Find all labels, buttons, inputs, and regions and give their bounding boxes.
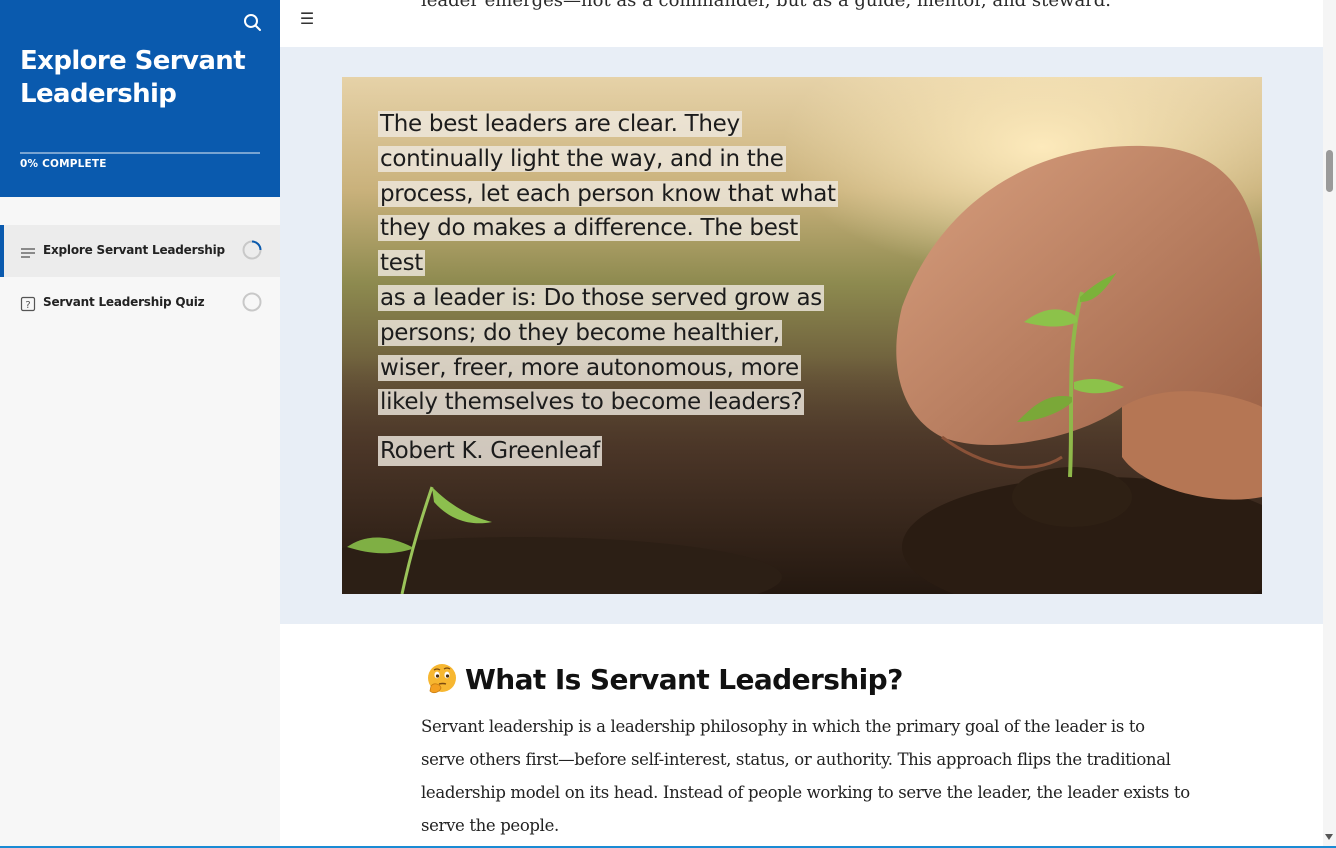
- lesson-item-servant-leadership-quiz[interactable]: ? Servant Leadership Quiz: [0, 277, 280, 329]
- thinking-face-icon: [428, 664, 456, 694]
- quote-line: as a leader is: Do those served grow as: [378, 284, 824, 311]
- question-box-icon: ?: [20, 296, 36, 312]
- hamburger-menu-icon: ☰: [299, 9, 315, 28]
- top-text-strip: leader emerges—not as a commander, but a…: [280, 0, 1323, 47]
- quote-line: likely themselves to become leaders?: [378, 389, 805, 416]
- quote-line: wiser, freer, more autonomous, more: [378, 354, 801, 381]
- scrollbar-thumb[interactable]: [1326, 150, 1333, 192]
- in-progress-status-icon: [242, 240, 262, 260]
- quote-image-section: The best leaders are clear. They continu…: [280, 47, 1323, 624]
- quote-line: process, let each person know that what: [378, 180, 838, 207]
- quote-text: The best leaders are clear. They continu…: [378, 107, 848, 420]
- section-heading: What Is Servant Leadership?: [425, 662, 903, 696]
- lines-icon: [21, 248, 35, 258]
- quote-author: Robert K. Greenleaf: [378, 436, 602, 466]
- section-title: What Is Servant Leadership?: [465, 662, 903, 696]
- svg-text:?: ?: [25, 300, 30, 311]
- quote-line: they do makes a difference. The best tes…: [378, 215, 800, 277]
- lesson-label: Explore Servant Leadership: [43, 243, 225, 257]
- progress-bar: [20, 152, 260, 154]
- search-button[interactable]: [240, 10, 264, 34]
- cut-off-paragraph: leader emerges—not as a commander, but a…: [421, 0, 1112, 11]
- lesson-label: Servant Leadership Quiz: [43, 295, 205, 309]
- progress-label: 0% COMPLETE: [20, 158, 107, 170]
- not-started-status-icon: [242, 292, 262, 312]
- course-sidebar: Explore Servant Leadership 0% COMPLETE E…: [0, 0, 280, 848]
- quote-line: The best leaders are clear. They: [378, 111, 742, 137]
- quote-line: persons; do they become healthier,: [378, 319, 782, 346]
- section-body: Servant leadership is a leadership philo…: [421, 717, 1190, 835]
- sidebar-header: Explore Servant Leadership 0% COMPLETE: [0, 0, 280, 197]
- text-section: What Is Servant Leadership? Servant lead…: [280, 624, 1323, 848]
- active-lesson-indicator: [0, 225, 4, 277]
- search-icon: [244, 14, 261, 31]
- hamburger-menu-button[interactable]: ☰: [298, 10, 316, 28]
- course-title: Explore Servant Leadership: [20, 46, 246, 109]
- quote-image: The best leaders are clear. They continu…: [342, 77, 1262, 594]
- scroll-down-arrow-icon[interactable]: [1325, 834, 1333, 840]
- lesson-item-explore-servant-leadership[interactable]: Explore Servant Leadership: [0, 225, 280, 277]
- lesson-content: leader emerges—not as a commander, but a…: [280, 0, 1323, 848]
- quote-line: continually light the way, and in the: [378, 145, 786, 172]
- vertical-scrollbar[interactable]: [1323, 0, 1336, 848]
